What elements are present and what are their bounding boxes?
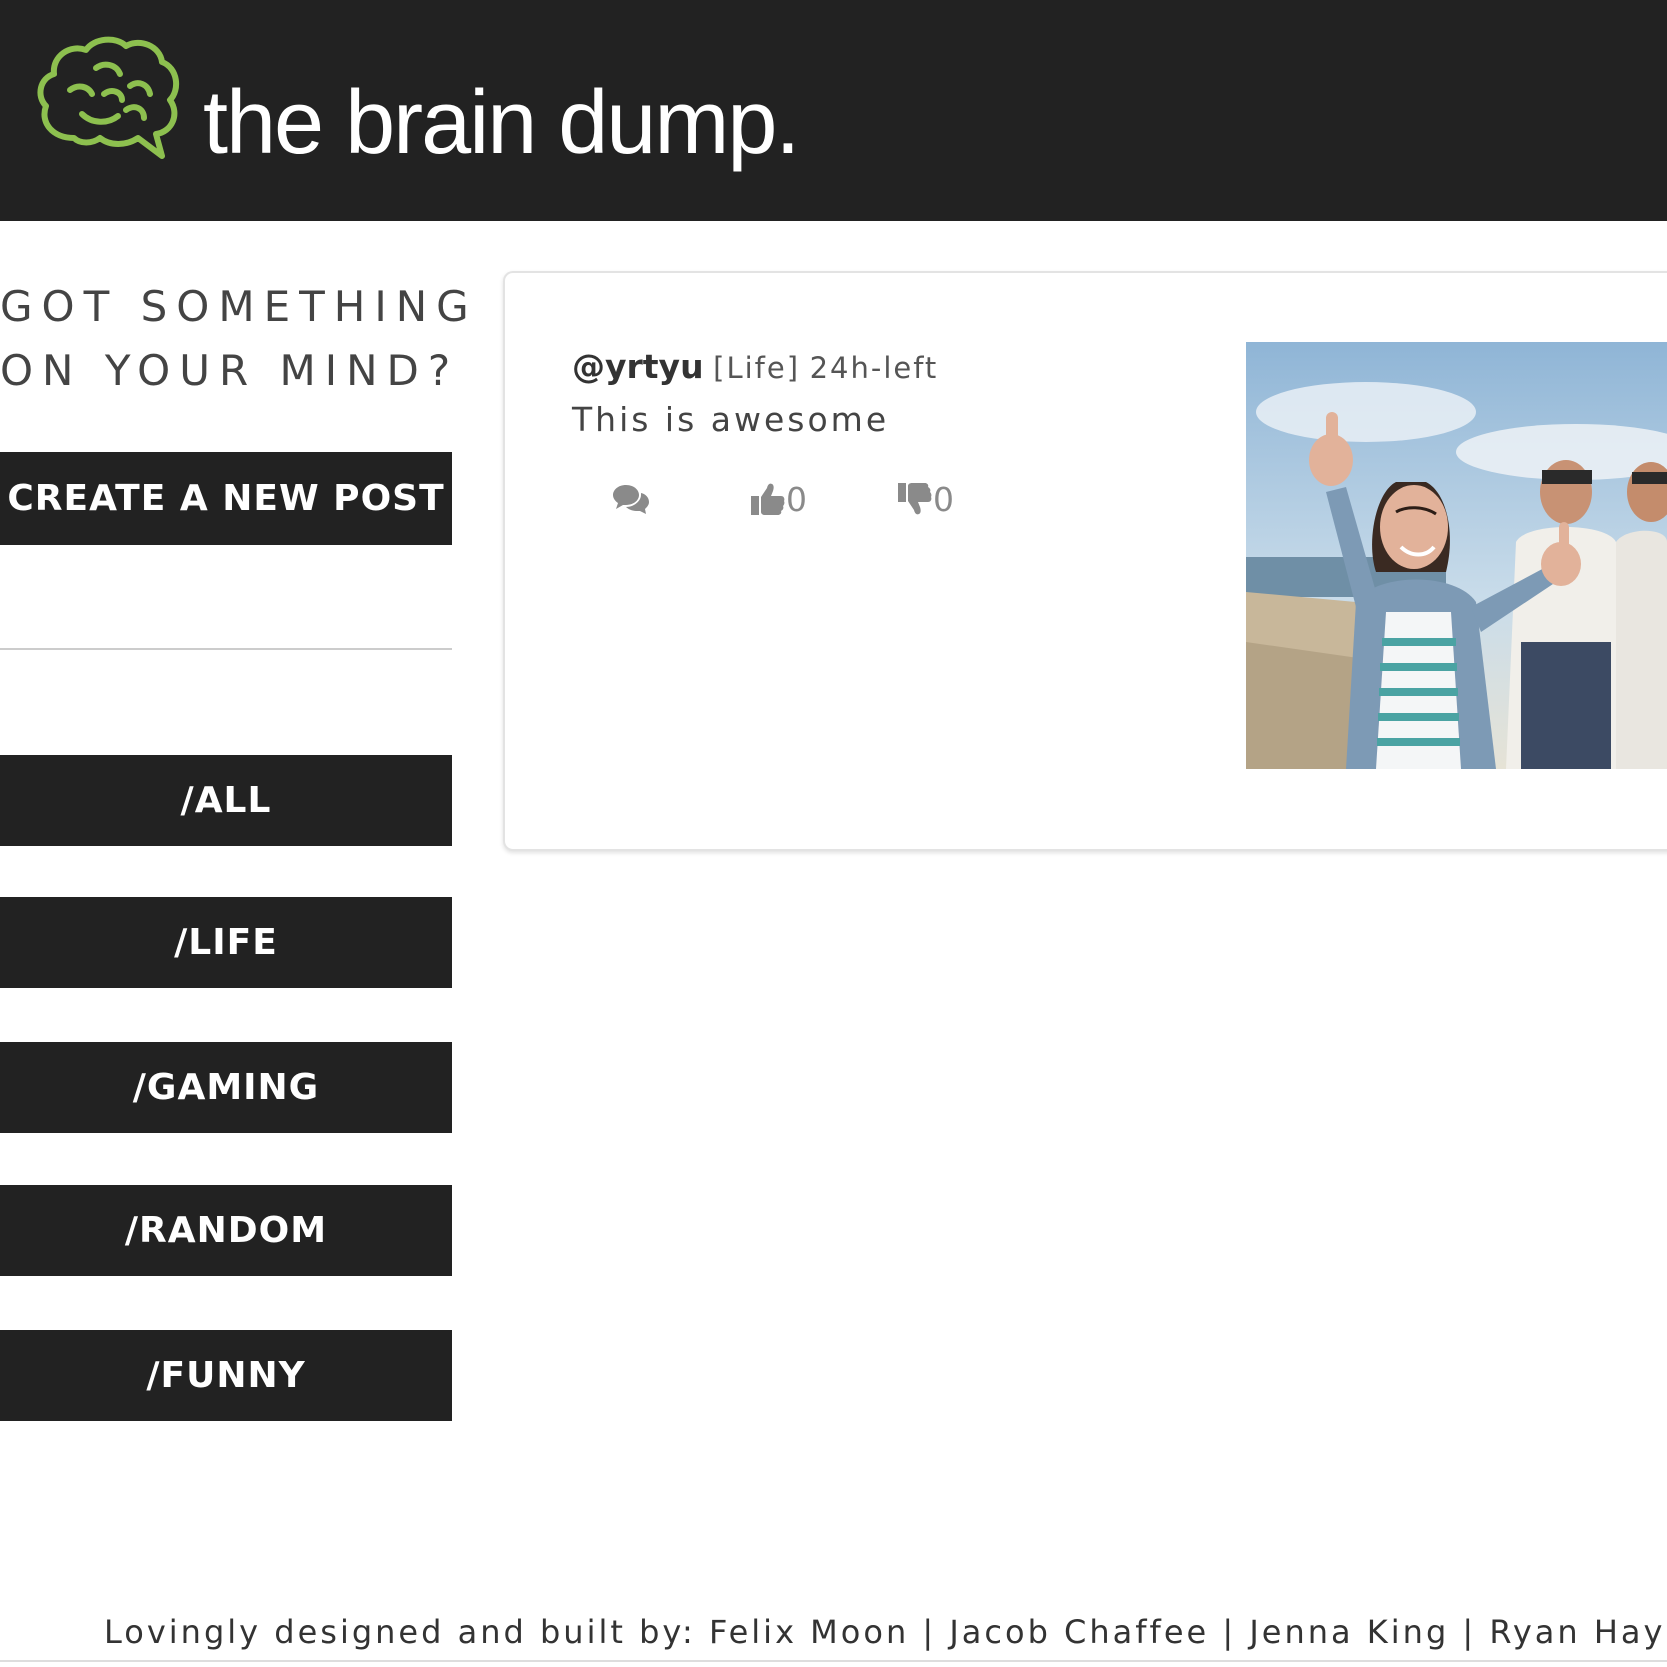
thumbs-down-icon <box>898 483 932 515</box>
site-header: the brain dump. <box>0 0 1667 221</box>
footer-credits: Lovingly designed and built by: Felix Mo… <box>104 1613 1667 1651</box>
post-username[interactable]: @yrtyu <box>572 347 704 386</box>
post-category: [Life] <box>713 351 801 385</box>
category-button-random[interactable]: /RANDOM <box>0 1185 452 1276</box>
upvote-button[interactable]: 0 <box>750 476 807 522</box>
comments-icon <box>613 485 649 514</box>
downvote-count: 0 <box>933 479 954 519</box>
post-prompt: GOT SOMETHING ON YOUR MIND? <box>0 275 478 403</box>
site-brand[interactable]: the brain dump. <box>203 68 800 178</box>
post-body: This is awesome <box>572 400 890 439</box>
prompt-line-1: GOT SOMETHING <box>0 282 478 331</box>
downvote-button[interactable]: 0 <box>897 476 954 522</box>
brain-logo-icon <box>37 36 180 159</box>
post-image[interactable] <box>1246 342 1667 769</box>
category-button-all[interactable]: /ALL <box>0 755 452 846</box>
footer-divider <box>0 1660 1667 1662</box>
category-button-life[interactable]: /LIFE <box>0 897 452 988</box>
thumbs-up-icon <box>751 483 785 515</box>
post-meta: @yrtyu [Life] 24h-left <box>572 346 938 390</box>
prompt-line-2: ON YOUR MIND? <box>0 346 460 395</box>
upvote-count: 0 <box>786 479 807 519</box>
category-button-funny[interactable]: /FUNNY <box>0 1330 452 1421</box>
category-button-gaming[interactable]: /GAMING <box>0 1042 452 1133</box>
page: the brain dump. GOT SOMETHING ON YOUR MI… <box>0 0 1667 1667</box>
comment-button[interactable] <box>612 476 650 522</box>
create-post-button[interactable]: CREATE A NEW POST <box>0 452 452 545</box>
sidebar-divider <box>0 648 452 650</box>
post-time-left: 24h-left <box>809 351 939 385</box>
